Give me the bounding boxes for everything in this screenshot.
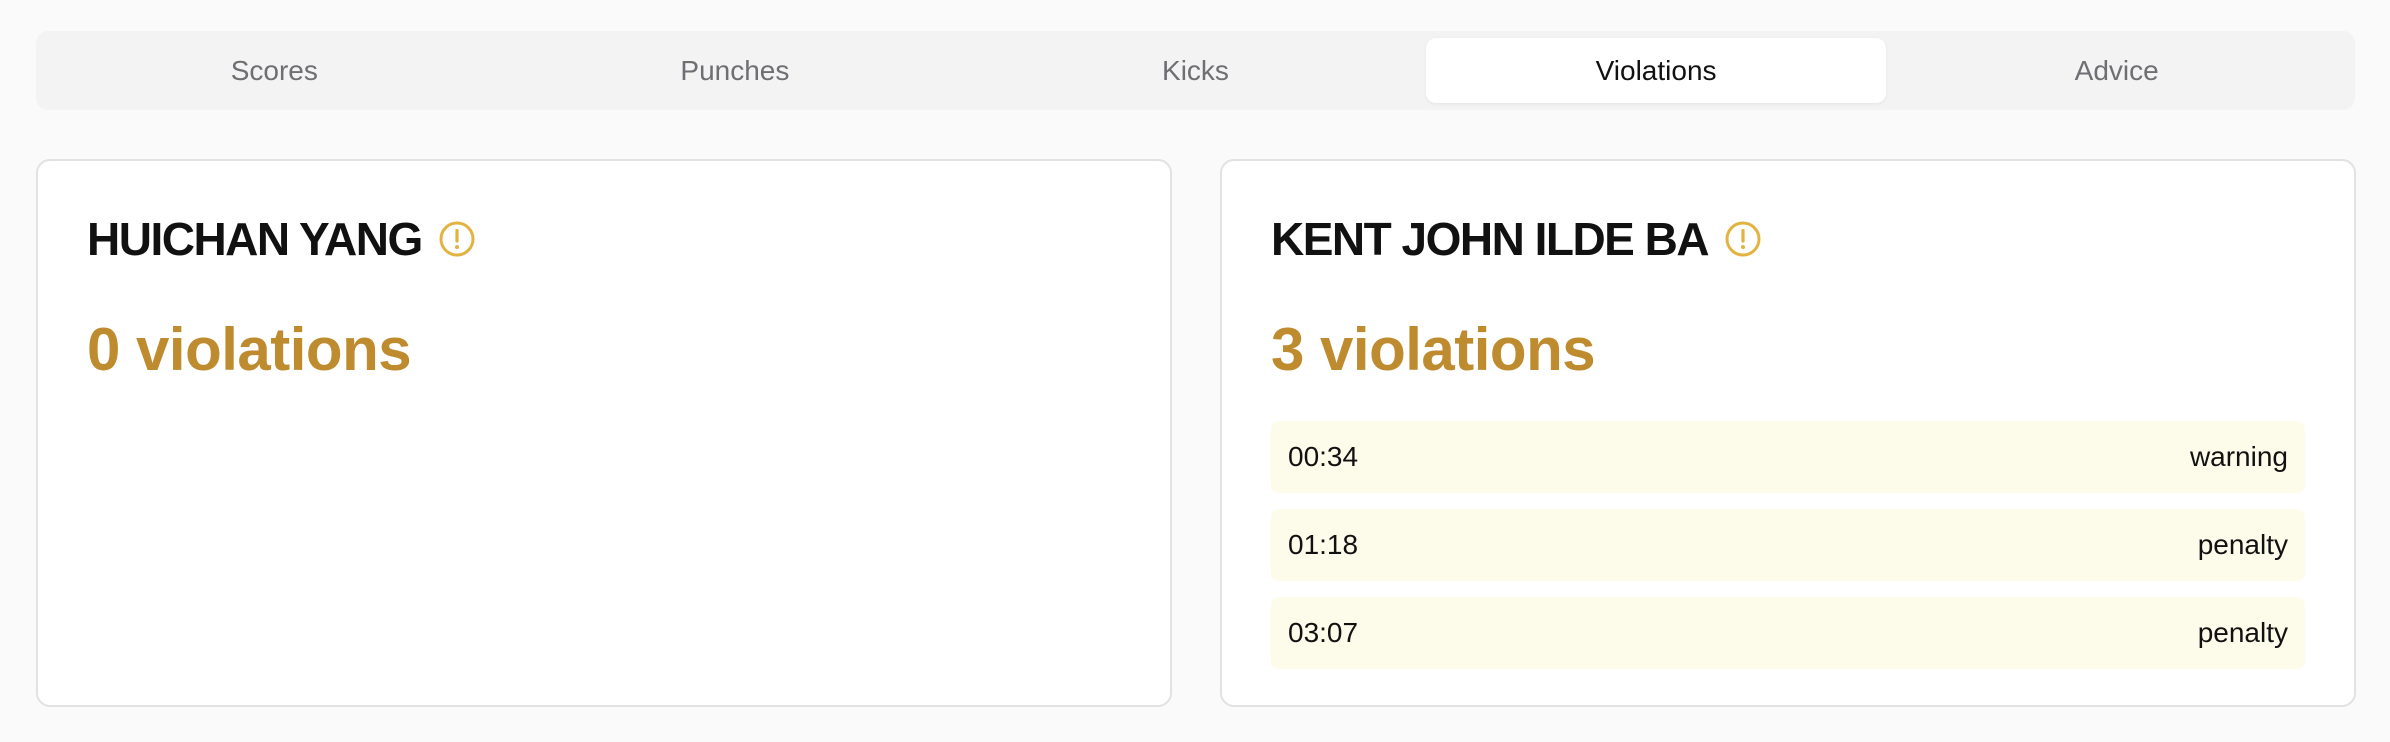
violation-row: 01:18 penalty (1271, 509, 2305, 581)
warning-circle-icon (1724, 220, 1762, 258)
tab-advice[interactable]: Advice (1886, 38, 2347, 103)
tab-kicks[interactable]: Kicks (965, 38, 1426, 103)
violation-type: warning (2189, 441, 2288, 472)
fighter-name: KENT JOHN ILDE BA (1271, 213, 1710, 265)
violation-type: penalty (2197, 529, 2288, 560)
tab-scores[interactable]: Scores (44, 38, 505, 103)
violation-row: 03:07 penalty (1271, 597, 2305, 669)
tab-violations[interactable]: Violations (1425, 38, 1887, 103)
violation-time: 00:34 (1288, 441, 1359, 472)
violation-type: penalty (2197, 617, 2288, 648)
violation-count: 0 violations (87, 316, 412, 383)
tab-bar: Scores Punches Kicks Violations Advice (36, 31, 2355, 110)
violation-list: 00:34 warning 01:18 penalty 03:07 penalt… (1271, 421, 2305, 669)
violation-row: 00:34 warning (1271, 421, 2305, 493)
fighter-name: HUICHAN YANG (87, 213, 423, 265)
warning-circle-icon (438, 220, 476, 258)
tab-punches[interactable]: Punches (505, 38, 966, 103)
card-header: KENT JOHN ILDE BA (1271, 209, 2305, 269)
card-header: HUICHAN YANG (87, 209, 1121, 269)
violation-count: 3 violations (1271, 316, 1596, 383)
fighter-card-huichan-yang: HUICHAN YANG 0 violations (36, 159, 1172, 707)
violation-time: 01:18 (1288, 529, 1359, 560)
violation-time: 03:07 (1288, 617, 1359, 648)
fighter-card-kent-john-ilde-ba: KENT JOHN ILDE BA 3 violations 00:34 war… (1220, 159, 2356, 707)
